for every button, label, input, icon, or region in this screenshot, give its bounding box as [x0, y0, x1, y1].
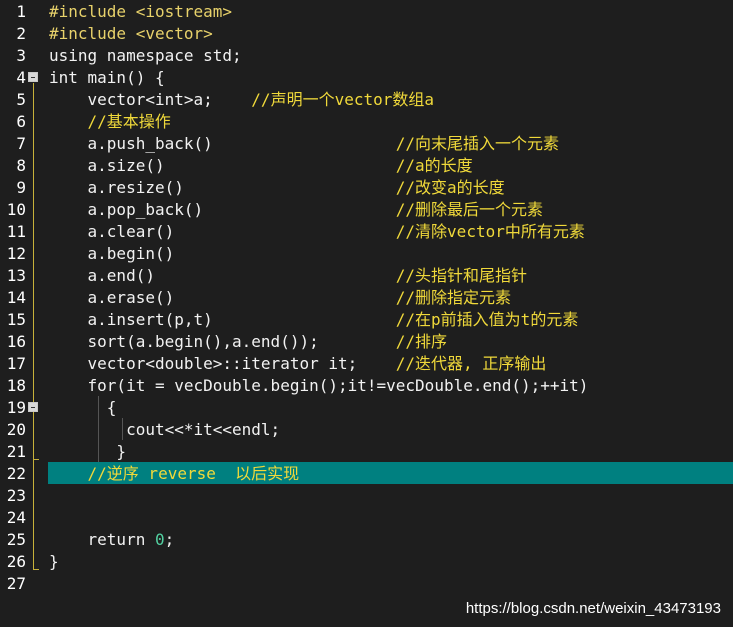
- code-token: vector<int>a;: [49, 90, 252, 109]
- code-area[interactable]: #include <iostream> #include <vector> usin…: [49, 0, 733, 627]
- line-number: 24: [6, 508, 26, 527]
- code-token: 0: [154, 530, 165, 549]
- line-number: 23: [6, 486, 26, 505]
- fold-end-marker: [33, 569, 39, 570]
- line-number: 17: [6, 354, 26, 373]
- code-line[interactable]: sort(a.begin(),a.end()); //排序: [49, 331, 448, 353]
- line-number: 12: [6, 244, 26, 263]
- code-line[interactable]: a.pop_back() //删除最后一个元素: [49, 199, 544, 221]
- code-line[interactable]: //基本操作: [49, 111, 171, 133]
- code-line[interactable]: }: [49, 551, 59, 573]
- code-line[interactable]: return 0;: [49, 529, 175, 551]
- code-comment: //改变a的长度: [395, 178, 505, 197]
- code-token: return: [49, 530, 155, 549]
- code-line[interactable]: vector<double>::iterator it; //迭代器, 正序输出: [49, 353, 547, 375]
- line-number: 4: [16, 68, 26, 87]
- fold-collapse-icon[interactable]: [28, 402, 38, 412]
- code-comment: //删除最后一个元素: [395, 200, 544, 219]
- code-line[interactable]: a.clear() //清除vector中所有元素: [49, 221, 585, 243]
- code-comment: //迭代器, 正序输出: [395, 354, 547, 373]
- line-number: 11: [6, 222, 26, 241]
- line-number: 5: [16, 90, 26, 109]
- fold-end-marker: [33, 459, 39, 460]
- line-number: 8: [16, 156, 26, 175]
- line-number: 10: [6, 200, 26, 219]
- code-comment: //删除指定元素: [395, 288, 512, 307]
- code-line[interactable]: //逆序 reverse 以后实现: [49, 463, 300, 485]
- code-token: using namespace std;: [49, 46, 242, 65]
- code-comment: //头指针和尾指针: [395, 266, 528, 285]
- code-token: a.pop_back(): [49, 200, 396, 219]
- code-token: a.end(): [49, 266, 396, 285]
- code-token: for(it = vecDouble.begin();it!=vecDouble…: [49, 376, 589, 395]
- line-number: 19: [6, 398, 26, 417]
- code-line[interactable]: a.begin(): [49, 243, 175, 265]
- code-token: #include <vector>: [49, 24, 213, 43]
- code-line[interactable]: {: [49, 397, 117, 419]
- fold-guide-line: [33, 83, 34, 569]
- line-number: 16: [6, 332, 26, 351]
- line-number: 20: [6, 420, 26, 439]
- code-token: {: [49, 398, 117, 417]
- code-line[interactable]: a.erase() //删除指定元素: [49, 287, 512, 309]
- code-comment: //逆序 reverse 以后实现: [49, 464, 300, 483]
- code-comment: //在p前插入值为t的元素: [395, 310, 579, 329]
- code-line[interactable]: #include <iostream>: [49, 1, 232, 23]
- line-number: 9: [16, 178, 26, 197]
- code-line[interactable]: vector<int>a; //声明一个vector数组a: [49, 89, 434, 111]
- code-comment: //声明一个vector数组a: [251, 90, 434, 109]
- line-number: 27: [6, 574, 26, 593]
- line-number: 14: [6, 288, 26, 307]
- code-token: a.push_back(): [49, 134, 396, 153]
- code-token: a.size(): [49, 156, 396, 175]
- fold-collapse-icon[interactable]: [28, 72, 38, 82]
- code-comment: //基本操作: [49, 112, 171, 131]
- code-token: cout<<*it<<endl;: [49, 420, 281, 439]
- code-token: vector<double>::iterator it;: [49, 354, 396, 373]
- code-line[interactable]: a.insert(p,t) //在p前插入值为t的元素: [49, 309, 579, 331]
- code-line[interactable]: int main() {: [49, 67, 165, 89]
- line-number: 2: [16, 24, 26, 43]
- code-token: #include <iostream>: [49, 2, 233, 21]
- code-line[interactable]: for(it = vecDouble.begin();it!=vecDouble…: [49, 375, 589, 397]
- code-line[interactable]: a.size() //a的长度: [49, 155, 473, 177]
- code-token: a.clear(): [49, 222, 396, 241]
- code-token: a.begin(): [49, 244, 175, 263]
- line-number: 26: [6, 552, 26, 571]
- code-line[interactable]: a.push_back() //向末尾插入一个元素: [49, 133, 560, 155]
- code-comment: //a的长度: [395, 156, 473, 175]
- line-number-gutter: 1 2 3 4 5 6 7 8 9 10 11 12 13 14 15 16 17 18 19 20 21 22 23 24 2…: [0, 0, 46, 627]
- code-line[interactable]: }: [49, 441, 126, 463]
- line-number: 22: [6, 464, 26, 483]
- code-line[interactable]: #include <vector>: [49, 23, 213, 45]
- code-comment: //向末尾插入一个元素: [395, 134, 560, 153]
- line-number: 18: [6, 376, 26, 395]
- code-line[interactable]: cout<<*it<<endl;: [49, 419, 280, 441]
- watermark-url: https://blog.csdn.net/weixin_43473193: [465, 600, 721, 617]
- line-number: 3: [16, 46, 26, 65]
- code-token: ;: [164, 530, 175, 549]
- code-comment: //排序: [395, 332, 448, 351]
- code-line[interactable]: using namespace std;: [49, 45, 242, 67]
- code-token: int main() {: [49, 68, 165, 87]
- code-token: a.resize(): [49, 178, 396, 197]
- code-token: a.erase(): [49, 288, 396, 307]
- code-line[interactable]: a.resize() //改变a的长度: [49, 177, 505, 199]
- code-token: a.insert(p,t): [49, 310, 396, 329]
- line-number: 15: [6, 310, 26, 329]
- code-comment: //清除vector中所有元素: [395, 222, 585, 241]
- line-number: 6: [16, 112, 26, 131]
- line-number: 7: [16, 134, 26, 153]
- code-token: }: [49, 442, 127, 461]
- code-line[interactable]: a.end() //头指针和尾指针: [49, 265, 528, 287]
- line-number: 21: [6, 442, 26, 461]
- code-token: }: [49, 552, 59, 571]
- line-number: 1: [16, 2, 26, 21]
- code-editor[interactable]: 1 2 3 4 5 6 7 8 9 10 11 12 13 14 15 16 17 18 19 20 21 22 23 24 2…: [0, 0, 733, 627]
- line-number: 25: [6, 530, 26, 549]
- code-token: sort(a.begin(),a.end());: [49, 332, 396, 351]
- line-number: 13: [6, 266, 26, 285]
